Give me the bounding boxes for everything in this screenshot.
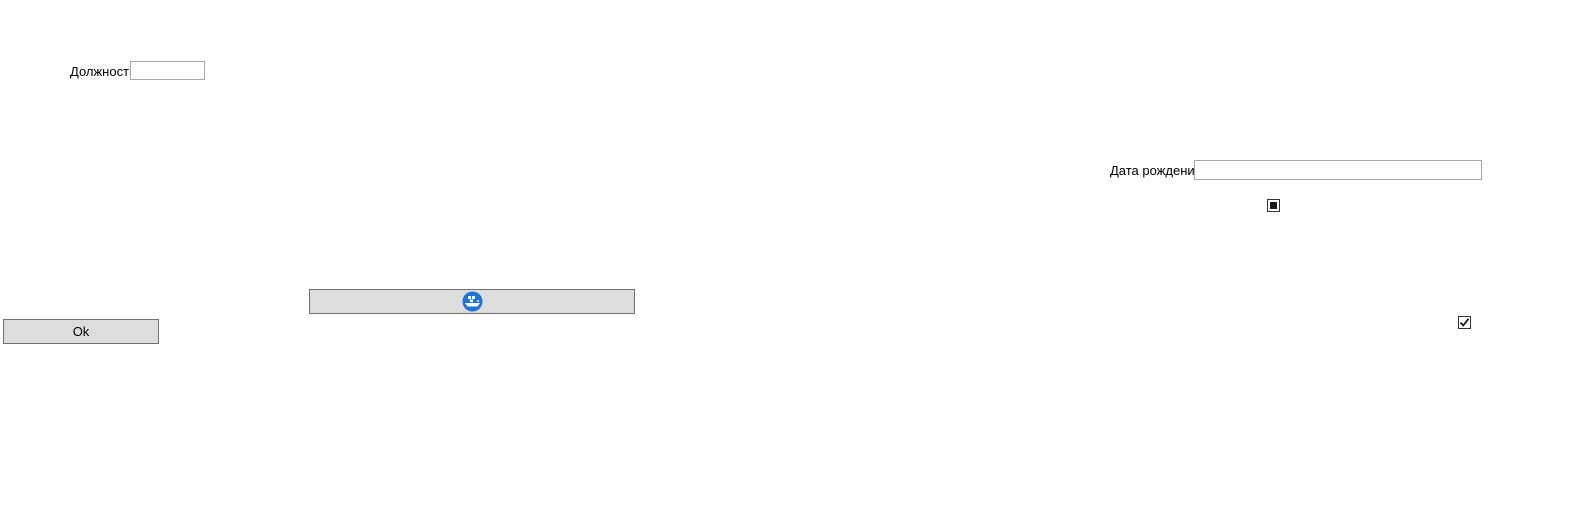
indeterminate-checkbox[interactable] xyxy=(1267,199,1280,212)
indeterminate-mark-icon xyxy=(1270,202,1277,209)
checked-checkbox[interactable] xyxy=(1458,316,1471,329)
ship-icon xyxy=(462,291,482,312)
position-input[interactable] xyxy=(130,61,205,80)
ship-icon-button[interactable] xyxy=(309,289,635,314)
ok-button[interactable]: Ok xyxy=(3,319,159,344)
position-label: Должность xyxy=(70,64,136,79)
birthdate-input[interactable] xyxy=(1194,160,1482,180)
checkmark-icon xyxy=(1459,318,1470,327)
birthdate-label: Дата рождения xyxy=(1110,163,1202,178)
